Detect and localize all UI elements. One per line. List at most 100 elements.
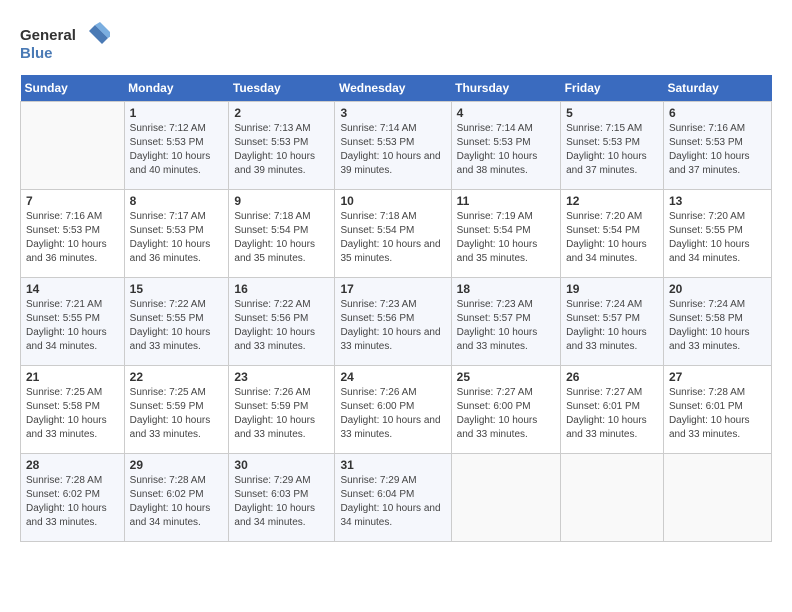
day-number: 7 bbox=[26, 194, 119, 208]
calendar-cell: 9 Sunrise: 7:18 AMSunset: 5:54 PMDaylight… bbox=[229, 190, 335, 278]
day-number: 5 bbox=[566, 106, 658, 120]
calendar-cell: 26 Sunrise: 7:27 AMSunset: 6:01 PMDayligh… bbox=[561, 366, 664, 454]
calendar-cell: 8Sunrise: 7:17 AMSunset: 5:53 PMDaylight… bbox=[124, 190, 229, 278]
calendar-cell: 29 Sunrise: 7:28 AMSunset: 6:02 PMDayligh… bbox=[124, 454, 229, 542]
day-number: 25 bbox=[457, 370, 555, 384]
header-day-thursday: Thursday bbox=[451, 75, 560, 102]
calendar-cell: 2 Sunrise: 7:13 AMSunset: 5:53 PMDaylight… bbox=[229, 102, 335, 190]
svg-text:Blue: Blue bbox=[20, 45, 53, 62]
day-info: Sunrise: 7:22 AMSunset: 5:56 PMDaylight:… bbox=[234, 298, 329, 354]
day-info: Sunrise: 7:13 AMSunset: 5:53 PMDaylight:… bbox=[234, 122, 329, 178]
day-info: Sunrise: 7:29 AMSunset: 6:03 PMDaylight:… bbox=[234, 474, 329, 530]
day-number: 11 bbox=[457, 194, 555, 208]
day-number: 1 bbox=[130, 106, 224, 120]
day-info: Sunrise: 7:26 AMSunset: 6:00 PMDaylight:… bbox=[340, 386, 445, 442]
day-number: 14 bbox=[26, 282, 119, 296]
day-number: 29 bbox=[130, 458, 224, 472]
calendar-week-row: 28 Sunrise: 7:28 AMSunset: 6:02 PMDayligh… bbox=[21, 454, 772, 542]
calendar-cell: 12 Sunrise: 7:20 AMSunset: 5:54 PMDayligh… bbox=[561, 190, 664, 278]
day-number: 13 bbox=[669, 194, 766, 208]
calendar-cell: 1 Sunrise: 7:12 AMSunset: 5:53 PMDaylight… bbox=[124, 102, 229, 190]
day-info: Sunrise: 7:18 AMSunset: 5:54 PMDaylight:… bbox=[234, 210, 329, 266]
calendar-cell: 17 Sunrise: 7:23 AMSunset: 5:56 PMDayligh… bbox=[335, 278, 451, 366]
calendar-cell: 18 Sunrise: 7:23 AMSunset: 5:57 PMDayligh… bbox=[451, 278, 560, 366]
day-info: Sunrise: 7:23 AMSunset: 5:57 PMDaylight:… bbox=[457, 298, 555, 354]
day-info: Sunrise: 7:20 AMSunset: 5:55 PMDaylight:… bbox=[669, 210, 766, 266]
calendar-week-row: 1 Sunrise: 7:12 AMSunset: 5:53 PMDaylight… bbox=[21, 102, 772, 190]
day-number: 2 bbox=[234, 106, 329, 120]
calendar-cell: 25 Sunrise: 7:27 AMSunset: 6:00 PMDayligh… bbox=[451, 366, 560, 454]
page-header: General Blue bbox=[20, 20, 772, 65]
day-info: Sunrise: 7:21 AMSunset: 5:55 PMDaylight:… bbox=[26, 298, 119, 354]
day-info: Sunrise: 7:14 AMSunset: 5:53 PMDaylight:… bbox=[457, 122, 555, 178]
day-info: Sunrise: 7:28 AMSunset: 6:02 PMDaylight:… bbox=[130, 474, 224, 530]
day-info: Sunrise: 7:25 AMSunset: 5:58 PMDaylight:… bbox=[26, 386, 119, 442]
svg-text:General: General bbox=[20, 27, 76, 44]
day-info: Sunrise: 7:27 AMSunset: 6:01 PMDaylight:… bbox=[566, 386, 658, 442]
day-info: Sunrise: 7:19 AMSunset: 5:54 PMDaylight:… bbox=[457, 210, 555, 266]
calendar-cell: 13 Sunrise: 7:20 AMSunset: 5:55 PMDayligh… bbox=[663, 190, 771, 278]
day-number: 9 bbox=[234, 194, 329, 208]
calendar-week-row: 7 Sunrise: 7:16 AMSunset: 5:53 PMDaylight… bbox=[21, 190, 772, 278]
day-number: 26 bbox=[566, 370, 658, 384]
calendar-cell: 7 Sunrise: 7:16 AMSunset: 5:53 PMDaylight… bbox=[21, 190, 125, 278]
header-day-wednesday: Wednesday bbox=[335, 75, 451, 102]
day-info: Sunrise: 7:20 AMSunset: 5:54 PMDaylight:… bbox=[566, 210, 658, 266]
calendar-cell bbox=[451, 454, 560, 542]
day-info: Sunrise: 7:16 AMSunset: 5:53 PMDaylight:… bbox=[26, 210, 119, 266]
calendar-cell: 22 Sunrise: 7:25 AMSunset: 5:59 PMDayligh… bbox=[124, 366, 229, 454]
day-number: 10 bbox=[340, 194, 445, 208]
header-day-tuesday: Tuesday bbox=[229, 75, 335, 102]
day-number: 15 bbox=[130, 282, 224, 296]
day-info: Sunrise: 7:23 AMSunset: 5:56 PMDaylight:… bbox=[340, 298, 445, 354]
day-number: 12 bbox=[566, 194, 658, 208]
calendar-cell: 4 Sunrise: 7:14 AMSunset: 5:53 PMDaylight… bbox=[451, 102, 560, 190]
calendar-cell: 30 Sunrise: 7:29 AMSunset: 6:03 PMDayligh… bbox=[229, 454, 335, 542]
day-number: 27 bbox=[669, 370, 766, 384]
calendar-cell bbox=[561, 454, 664, 542]
calendar-cell: 6 Sunrise: 7:16 AMSunset: 5:53 PMDaylight… bbox=[663, 102, 771, 190]
calendar-cell: 11 Sunrise: 7:19 AMSunset: 5:54 PMDayligh… bbox=[451, 190, 560, 278]
calendar-cell: 27 Sunrise: 7:28 AMSunset: 6:01 PMDayligh… bbox=[663, 366, 771, 454]
calendar-cell: 16 Sunrise: 7:22 AMSunset: 5:56 PMDayligh… bbox=[229, 278, 335, 366]
calendar-table: SundayMondayTuesdayWednesdayThursdayFrid… bbox=[20, 75, 772, 542]
day-info: Sunrise: 7:28 AMSunset: 6:01 PMDaylight:… bbox=[669, 386, 766, 442]
day-number: 22 bbox=[130, 370, 224, 384]
day-info: Sunrise: 7:27 AMSunset: 6:00 PMDaylight:… bbox=[457, 386, 555, 442]
day-number: 28 bbox=[26, 458, 119, 472]
day-info: Sunrise: 7:22 AMSunset: 5:55 PMDaylight:… bbox=[130, 298, 224, 354]
calendar-cell: 5 Sunrise: 7:15 AMSunset: 5:53 PMDaylight… bbox=[561, 102, 664, 190]
calendar-cell: 19Sunrise: 7:24 AMSunset: 5:57 PMDayligh… bbox=[561, 278, 664, 366]
day-number: 17 bbox=[340, 282, 445, 296]
day-info: Sunrise: 7:29 AMSunset: 6:04 PMDaylight:… bbox=[340, 474, 445, 530]
logo: General Blue bbox=[20, 20, 110, 65]
day-number: 16 bbox=[234, 282, 329, 296]
calendar-cell: 21Sunrise: 7:25 AMSunset: 5:58 PMDayligh… bbox=[21, 366, 125, 454]
day-number: 3 bbox=[340, 106, 445, 120]
logo-svg: General Blue bbox=[20, 20, 110, 65]
calendar-week-row: 21Sunrise: 7:25 AMSunset: 5:58 PMDayligh… bbox=[21, 366, 772, 454]
day-info: Sunrise: 7:16 AMSunset: 5:53 PMDaylight:… bbox=[669, 122, 766, 178]
day-number: 23 bbox=[234, 370, 329, 384]
day-number: 18 bbox=[457, 282, 555, 296]
calendar-cell: 15 Sunrise: 7:22 AMSunset: 5:55 PMDayligh… bbox=[124, 278, 229, 366]
header-day-monday: Monday bbox=[124, 75, 229, 102]
header-day-saturday: Saturday bbox=[663, 75, 771, 102]
day-info: Sunrise: 7:24 AMSunset: 5:58 PMDaylight:… bbox=[669, 298, 766, 354]
calendar-week-row: 14 Sunrise: 7:21 AMSunset: 5:55 PMDayligh… bbox=[21, 278, 772, 366]
day-info: Sunrise: 7:26 AMSunset: 5:59 PMDaylight:… bbox=[234, 386, 329, 442]
calendar-cell: 3Sunrise: 7:14 AMSunset: 5:53 PMDaylight… bbox=[335, 102, 451, 190]
day-info: Sunrise: 7:15 AMSunset: 5:53 PMDaylight:… bbox=[566, 122, 658, 178]
day-number: 20 bbox=[669, 282, 766, 296]
day-info: Sunrise: 7:12 AMSunset: 5:53 PMDaylight:… bbox=[130, 122, 224, 178]
day-number: 6 bbox=[669, 106, 766, 120]
day-info: Sunrise: 7:25 AMSunset: 5:59 PMDaylight:… bbox=[130, 386, 224, 442]
calendar-cell bbox=[21, 102, 125, 190]
calendar-cell: 31Sunrise: 7:29 AMSunset: 6:04 PMDayligh… bbox=[335, 454, 451, 542]
day-number: 30 bbox=[234, 458, 329, 472]
calendar-cell: 24 Sunrise: 7:26 AMSunset: 6:00 PMDayligh… bbox=[335, 366, 451, 454]
calendar-cell: 23 Sunrise: 7:26 AMSunset: 5:59 PMDayligh… bbox=[229, 366, 335, 454]
day-number: 4 bbox=[457, 106, 555, 120]
calendar-cell bbox=[663, 454, 771, 542]
day-number: 24 bbox=[340, 370, 445, 384]
